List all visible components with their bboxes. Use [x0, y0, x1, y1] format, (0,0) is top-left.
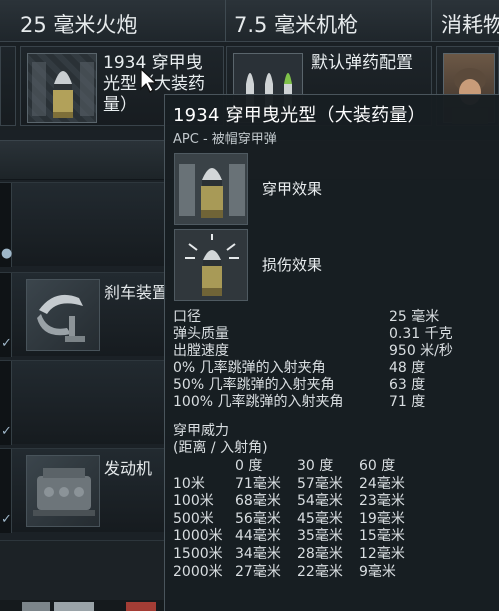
table-row: 500米 56毫米 45毫米 19毫米 [173, 511, 491, 529]
brake-icon [26, 279, 100, 351]
stat-value: 25 毫米 [389, 309, 440, 325]
table-cell: 27毫米 [235, 563, 281, 580]
stats-list: 口径 25 毫米 弹头质量 0.31 千克 出膛速度 950 米/秒 0% 几率… [173, 309, 491, 411]
checkmark-icon: ✓ [1, 424, 12, 439]
penetration-header-row: 0 度 30 度 60 度 [173, 458, 491, 476]
slot-edge [0, 46, 16, 126]
penetration-title: 穿甲威力 [173, 423, 229, 439]
table-cell: 34毫米 [235, 545, 281, 562]
table-cell: 45毫米 [297, 510, 343, 527]
stat-ricochet-0: 0% 几率跳弹的入射夹角 48 度 [173, 360, 491, 377]
table-row: 10米 71毫米 57毫米 24毫米 [173, 476, 491, 494]
table-cell: 1500米 [173, 545, 223, 562]
table-cell: 44毫米 [235, 528, 281, 545]
mouse-cursor-icon [140, 67, 158, 98]
table-cell: 9毫米 [359, 563, 396, 580]
effect-label: 穿甲效果 [262, 180, 323, 198]
table-row: 1000米 44毫米 35毫米 15毫米 [173, 528, 491, 546]
engine-icon [26, 455, 100, 527]
effect-damage[interactable]: 损伤效果 [173, 229, 491, 303]
table-cell: 15毫米 [359, 528, 405, 545]
damage-effect-icon [174, 229, 248, 301]
checkmark-icon: ✓ [1, 336, 12, 351]
table-header: 0 度 [235, 458, 263, 474]
table-cell: 28毫米 [297, 545, 343, 562]
stat-label: 口径 [173, 309, 201, 325]
bottom-bar [0, 600, 170, 611]
ammo-slot-label: 默认弹药配置 [311, 53, 413, 73]
stat-value: 950 米/秒 [389, 343, 453, 359]
table-cell: 19毫米 [359, 510, 405, 527]
stat-ricochet-100: 100% 几率跳弹的入射夹角 71 度 [173, 394, 491, 411]
bottom-button[interactable] [126, 602, 156, 611]
table-header: 30 度 [297, 458, 334, 474]
penetration-subtitle: (距离 / 入射角) [173, 440, 268, 456]
shell-icon [27, 53, 97, 123]
stat-label: 0% 几率跳弹的入射夹角 [173, 360, 326, 376]
stat-label: 出膛速度 [173, 343, 229, 359]
stat-muzzle-velocity: 出膛速度 950 米/秒 [173, 343, 491, 360]
ammo-tooltip: 1934 穿甲曳光型（大装药量） APC - 被帽穿甲弹 穿甲效果 损伤效果 口… [164, 94, 499, 611]
table-cell: 57毫米 [297, 475, 343, 492]
stat-value: 63 度 [389, 377, 426, 393]
bottom-button[interactable] [54, 602, 94, 611]
table-cell: 54毫米 [297, 493, 343, 510]
table-row: 100米 68毫米 54毫米 23毫米 [173, 493, 491, 511]
status-icon: ● [1, 246, 13, 261]
table-header: 60 度 [359, 458, 396, 474]
penetration-table: 0 度 30 度 60 度 10米 71毫米 57毫米 24毫米 100米 68… [173, 458, 491, 581]
stat-label: 100% 几率跳弹的入射夹角 [173, 394, 344, 410]
effect-penetration[interactable]: 穿甲效果 [173, 153, 491, 227]
checkmark-icon: ✓ [1, 512, 12, 527]
stat-value: 71 度 [389, 394, 426, 410]
stat-label: 弹头质量 [173, 326, 229, 342]
row-edge: ✓ [0, 273, 12, 357]
stat-ricochet-50: 50% 几率跳弹的入射夹角 63 度 [173, 377, 491, 394]
table-cell: 1000米 [173, 528, 223, 545]
tooltip-title: 1934 穿甲曳光型（大装药量） [173, 105, 426, 126]
row-edge: ✓ [0, 361, 12, 445]
module-label: 发动机 [104, 459, 153, 478]
row-edge: ● [0, 183, 12, 267]
table-cell: 23毫米 [359, 493, 405, 510]
table-cell: 56毫米 [235, 510, 281, 527]
table-cell: 68毫米 [235, 493, 281, 510]
table-row: 1500米 34毫米 28毫米 12毫米 [173, 546, 491, 564]
stat-caliber: 口径 25 毫米 [173, 309, 491, 326]
module-row[interactable]: ● [0, 182, 170, 267]
tab-25mm-cannon[interactable]: 25 毫米火炮 [0, 0, 226, 42]
stat-projectile-mass: 弹头质量 0.31 千克 [173, 326, 491, 343]
module-row-brake[interactable]: ✓ 刹车装置 [0, 272, 170, 357]
table-cell: 100米 [173, 493, 214, 510]
table-cell: 12毫米 [359, 545, 405, 562]
stat-value: 48 度 [389, 360, 426, 376]
table-cell: 2000米 [173, 563, 223, 580]
tab-7-5mm-machine-gun[interactable]: 7.5 毫米机枪 [226, 0, 432, 42]
weapon-tabs: 25 毫米火炮 7.5 毫米机枪 消耗物 [0, 0, 499, 42]
bottom-panel [0, 540, 170, 600]
tooltip-subtitle: APC - 被帽穿甲弹 [173, 132, 277, 147]
row-edge: ✓ [0, 449, 12, 533]
module-row-engine[interactable]: ✓ 发动机 [0, 448, 170, 533]
effect-label: 损伤效果 [262, 256, 323, 274]
table-cell: 500米 [173, 510, 214, 527]
bottom-button[interactable] [22, 602, 50, 611]
table-cell: 71毫米 [235, 475, 281, 492]
tab-consumables[interactable]: 消耗物 [432, 0, 499, 42]
module-label: 刹车装置 [104, 283, 169, 302]
table-cell: 35毫米 [297, 528, 343, 545]
stat-label: 50% 几率跳弹的入射夹角 [173, 377, 335, 393]
penetration-effect-icon [174, 153, 248, 225]
table-cell: 24毫米 [359, 475, 405, 492]
module-row[interactable]: ✓ [0, 360, 170, 445]
table-cell: 10米 [173, 475, 205, 492]
table-cell: 22毫米 [297, 563, 343, 580]
stat-value: 0.31 千克 [389, 326, 453, 342]
table-row: 2000米 27毫米 22毫米 9毫米 [173, 564, 491, 582]
